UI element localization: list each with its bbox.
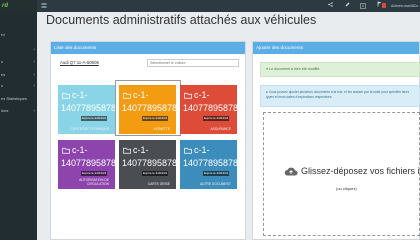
tile-expiry: Expire le 24/04/24 bbox=[142, 116, 169, 121]
success-message: Le document a bien été modifié. bbox=[269, 67, 321, 71]
folder-icon bbox=[62, 147, 70, 154]
tile-label: AUTORISATION DE CIRCULATION bbox=[79, 178, 109, 186]
tile-expiry: Expire le 24/04/24 bbox=[81, 171, 108, 176]
chevron-left-icon: ‹ bbox=[33, 59, 35, 65]
folder-icon bbox=[123, 147, 131, 154]
sidebar-item-label: ions bbox=[1, 108, 9, 113]
pencil-icon[interactable] bbox=[344, 1, 350, 11]
tile-expiry: Expire le 24/04/24 bbox=[142, 171, 169, 176]
sidebar-item-dashboard[interactable]: rd bbox=[0, 29, 37, 41]
tile-label: CARTE GRISE bbox=[147, 182, 170, 186]
info-alert: ● Vous pouvez ajouter plusieurs document… bbox=[260, 85, 420, 107]
notification-badge bbox=[382, 3, 386, 8]
folder-icon bbox=[123, 92, 131, 99]
page-title: Documents administratifs attachés aux vé… bbox=[46, 13, 317, 27]
top-navbar: rd ≣ 1 Achnen-ma44iCo bbox=[0, 0, 420, 12]
panel-header: Liste des documents bbox=[51, 42, 245, 54]
tile-label: VIGNETTE bbox=[153, 127, 171, 131]
document-tile-autorisation[interactable]: c-1- 14077895878 Expire le 24/04/24 AUTO… bbox=[58, 140, 115, 189]
sidebar-item-statistiques[interactable]: es Statistiques bbox=[0, 93, 37, 105]
vehicle-search-input[interactable] bbox=[147, 59, 239, 67]
tile-code: c-1- bbox=[133, 90, 149, 100]
tile-code: c-1- bbox=[72, 90, 88, 100]
sidebar-item-label: es bbox=[1, 72, 6, 77]
tile-expiry: Expire le 24/04/24 bbox=[203, 171, 230, 176]
sidebar-item-label: s bbox=[1, 83, 3, 88]
tile-number: 14077895878 bbox=[122, 103, 176, 113]
tile-number: 14077895878 bbox=[183, 158, 237, 168]
tile-label: AUTRE DOCUMENT bbox=[199, 182, 231, 186]
sidebar-toggle-icon[interactable]: ≣ bbox=[40, 1, 48, 11]
sidebar-item-label: rd bbox=[1, 32, 5, 37]
sidebar-item-label: es Statistiques bbox=[1, 96, 28, 101]
sidebar-item-label: s bbox=[1, 59, 3, 64]
tile-number: 14077895878 bbox=[61, 103, 115, 113]
tile-number: 14077895878 bbox=[183, 103, 237, 113]
tile-code: c-1- bbox=[72, 145, 88, 155]
tile-code: c-1- bbox=[194, 145, 210, 155]
tile-code: c-1- bbox=[194, 90, 210, 100]
tile-number: 14077895878 bbox=[122, 158, 176, 168]
panel-header: Ajouter des documents bbox=[253, 42, 419, 54]
dropzone-text: Glissez-déposez vos fichiers ici bbox=[301, 166, 420, 176]
sidebar-item-2[interactable]: ‹ bbox=[0, 44, 37, 56]
sidebar: rd ‹ s ‹ es ‹ s ‹ es Statistiques ions ‹ bbox=[0, 12, 37, 240]
tile-expiry: Expire le 24/04/24 bbox=[81, 116, 108, 121]
document-tile-carte-grise[interactable]: c-1- 14077895878 Expire le 24/04/24 CART… bbox=[119, 140, 176, 189]
help-icon[interactable]: 1 bbox=[360, 3, 366, 9]
tile-number: 14077895878 bbox=[61, 158, 115, 168]
app-logo[interactable]: rd bbox=[0, 0, 37, 12]
folder-icon bbox=[184, 92, 192, 99]
folder-icon bbox=[62, 92, 70, 99]
user-menu[interactable]: Achnen-ma44iCo bbox=[391, 2, 420, 10]
document-tile-autre[interactable]: c-1- 14077895878 Expire le 24/04/24 AUTR… bbox=[180, 140, 237, 189]
sidebar-item-5[interactable]: s ‹ bbox=[0, 80, 37, 92]
share-icon[interactable] bbox=[327, 1, 333, 11]
file-dropzone[interactable]: Glissez-déposez vos fichiers ici (ou cli… bbox=[263, 112, 420, 236]
chevron-left-icon: ‹ bbox=[33, 47, 35, 53]
chevron-left-icon: ‹ bbox=[33, 108, 35, 114]
vehicle-label: Audi Q7 11-A-50606 bbox=[60, 60, 99, 65]
success-alert: ● Le document a bien été modifié. bbox=[260, 62, 420, 77]
sidebar-item-7[interactable]: ions ‹ bbox=[0, 105, 37, 117]
tile-label: CONTRÔLE TECHNIQUE bbox=[70, 127, 109, 131]
folder-icon bbox=[184, 147, 192, 154]
sidebar-item-3[interactable]: s ‹ bbox=[0, 56, 37, 68]
document-tile-controle-technique[interactable]: c-1- 14077895878 Expire le 24/04/24 CONT… bbox=[58, 85, 115, 134]
tile-expiry: Expire le 24/04/24 bbox=[203, 116, 230, 121]
tile-label: ASSURANCE bbox=[210, 127, 231, 131]
tile-code: c-1- bbox=[133, 145, 149, 155]
chevron-left-icon: ‹ bbox=[33, 83, 35, 89]
document-tile-assurance[interactable]: c-1- 14077895878 Expire le 24/04/24 ASSU… bbox=[180, 85, 237, 134]
cloud-upload-icon bbox=[284, 167, 298, 176]
dropzone-subtext: (ou cliquez) bbox=[336, 186, 357, 191]
document-tile-vignette[interactable]: c-1- 14077895878 Expire le 24/04/24 VIGN… bbox=[119, 85, 176, 134]
info-message: Vous pouvez ajouter plusieurs documents … bbox=[266, 90, 410, 99]
